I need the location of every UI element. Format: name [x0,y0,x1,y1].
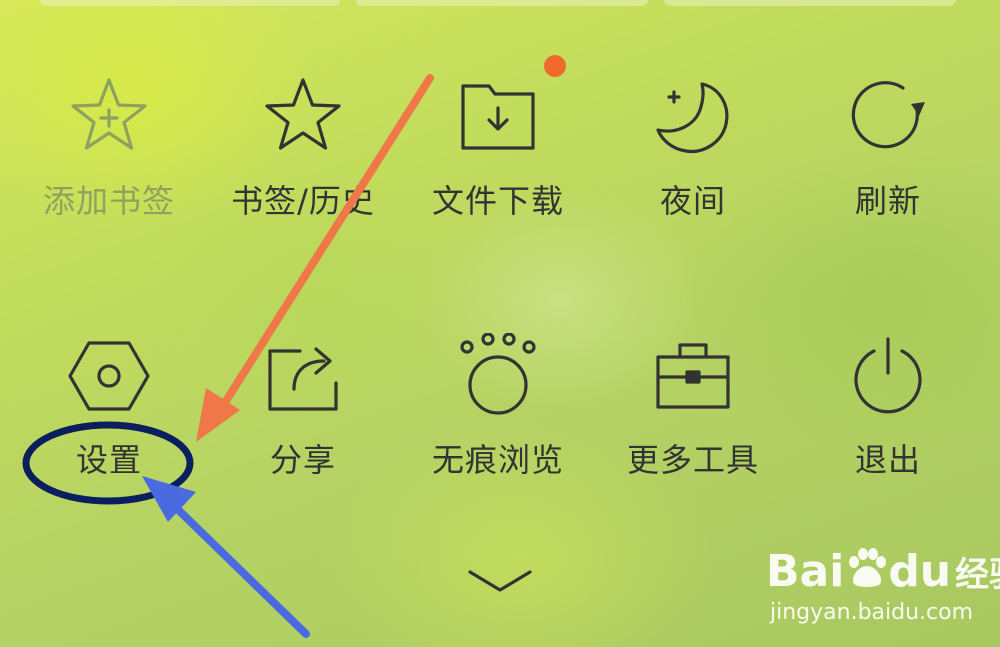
top-card-edge-3 [664,0,956,6]
menu-item-add-bookmark: 添加书签 [19,74,199,244]
baidu-jingyan-watermark: Baidu经验 jingyan.baidu.com [766,540,1000,630]
toolbox-icon [650,333,736,419]
hex-nut-settings-icon [66,333,152,419]
chevron-down-icon[interactable] [466,566,534,596]
download-notification-dot [544,55,566,77]
paw-logo-icon [849,548,887,587]
star-icon [260,74,346,160]
menu-label: 无痕浏览 [431,441,564,479]
menu-item-downloads[interactable]: 文件下载 [408,74,588,244]
menu-item-share[interactable]: 分享 [213,333,393,503]
moon-icon [650,74,736,160]
top-card-edge-2 [356,0,648,6]
menu-item-incognito[interactable]: 无痕浏览 [408,333,588,503]
menu-item-bookmarks-history[interactable]: 书签/历史 [213,74,393,244]
menu-item-settings[interactable]: 设置 [19,333,199,503]
menu-item-exit[interactable]: 退出 [798,333,978,503]
menu-item-night-mode[interactable]: 夜间 [603,74,783,244]
menu-label: 设置 [75,441,142,479]
menu-item-refresh[interactable]: 刷新 [798,74,978,244]
top-card-edge-1 [40,0,340,6]
paw-icon [455,333,541,419]
share-icon [260,333,346,419]
menu-label: 刷新 [854,182,921,220]
folder-download-icon [455,74,541,160]
menu-label: 更多工具 [626,441,759,479]
menu-label: 书签/历史 [231,182,375,220]
refresh-icon [845,74,931,160]
menu-label: 分享 [269,441,336,479]
menu-label: 夜间 [659,182,726,220]
menu-label: 文件下载 [431,182,564,220]
menu-label: 退出 [854,441,921,479]
watermark-url: jingyan.baidu.com [770,600,974,625]
watermark-logo: Baidu经验 [766,546,1000,597]
menu-item-more-tools[interactable]: 更多工具 [603,333,783,503]
star-plus-icon [66,74,152,160]
power-icon [845,333,931,419]
menu-label: 添加书签 [42,182,175,220]
